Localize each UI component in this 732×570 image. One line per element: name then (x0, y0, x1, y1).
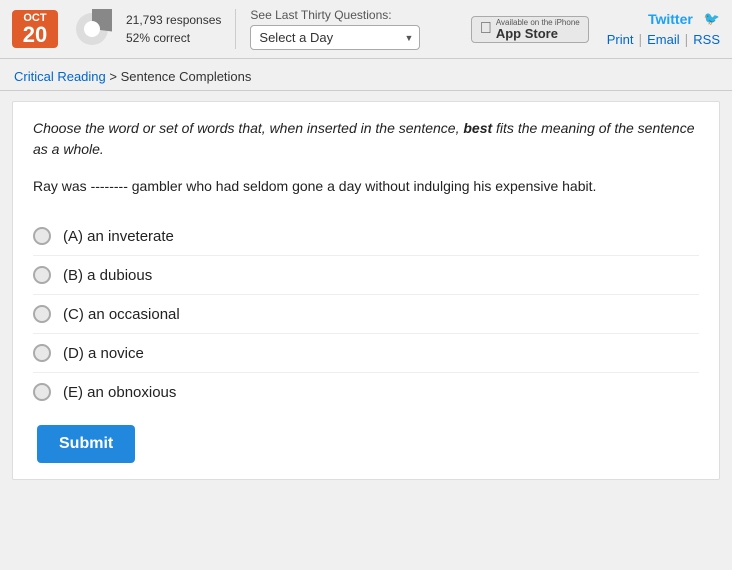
option-label-A: (A) an inveterate (63, 228, 174, 245)
list-item: (E) an obnoxious (33, 373, 699, 411)
instructions: Choose the word or set of words that, wh… (33, 118, 699, 160)
print-link[interactable]: Print (607, 32, 634, 47)
app-store-text: Available on the iPhone App Store (496, 19, 580, 40)
date-day: 20 (16, 24, 54, 46)
breadcrumb-separator: > (106, 69, 121, 84)
radio-option-B[interactable] (33, 266, 51, 284)
radio-option-C[interactable] (33, 305, 51, 323)
instructions-before: Choose the word or set of words that, wh… (33, 120, 463, 136)
email-link[interactable]: Email (647, 32, 680, 47)
pie-chart (72, 9, 112, 49)
radio-option-A[interactable] (33, 227, 51, 245)
twitter-bird-icon: 🐦 (704, 11, 720, 27)
list-item: (A) an inveterate (33, 217, 699, 256)
header: Oct 20 21,793 responses 52% correct See … (0, 0, 732, 59)
instructions-bold: best (463, 120, 492, 136)
select-day-wrapper: Select a Day (250, 25, 420, 50)
app-store-label: App Store (496, 27, 580, 40)
question-text: Ray was -------- gambler who had seldom … (33, 176, 699, 197)
option-label-C: (C) an occasional (63, 306, 180, 323)
list-item: (B) a dubious (33, 256, 699, 295)
responses-count: 21,793 responses (126, 11, 221, 29)
option-label-D: (D) a novice (63, 345, 144, 362)
option-label-E: (E) an obnoxious (63, 384, 176, 401)
breadcrumb-parent[interactable]: Critical Reading (14, 69, 106, 84)
twitter-link[interactable]: Twitter (648, 11, 693, 27)
pipe-1: | (638, 31, 642, 47)
option-label-B: (B) a dubious (63, 267, 152, 284)
list-item: (D) a novice (33, 334, 699, 373)
stats: 21,793 responses 52% correct (126, 11, 221, 47)
radio-option-D[interactable] (33, 344, 51, 362)
main-content: Choose the word or set of words that, wh… (12, 101, 720, 480)
app-store-button[interactable]:  Available on the iPhone App Store (471, 16, 589, 43)
options-list: (A) an inveterate (B) a dubious (C) an occ… (33, 217, 699, 411)
see-last-section: See Last Thirty Questions: Select a Day (250, 8, 420, 50)
radio-option-E[interactable] (33, 383, 51, 401)
breadcrumb: Critical Reading > Sentence Completions (0, 59, 732, 91)
list-item: (C) an occasional (33, 295, 699, 334)
date-badge: Oct 20 (12, 10, 58, 48)
breadcrumb-current: Sentence Completions (121, 69, 252, 84)
correct-pct: 52% correct (126, 29, 221, 47)
apple-icon:  (480, 21, 492, 37)
rss-link[interactable]: RSS (693, 32, 720, 47)
submit-button[interactable]: Submit (37, 425, 135, 463)
see-last-label: See Last Thirty Questions: (250, 8, 420, 22)
header-divider (235, 9, 236, 49)
select-day-dropdown[interactable]: Select a Day (250, 25, 420, 50)
pipe-2: | (685, 31, 689, 47)
